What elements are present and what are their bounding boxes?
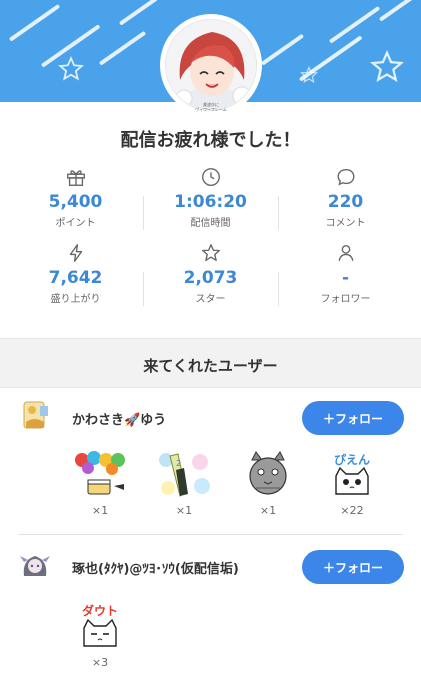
- stat-value: 5,400: [48, 192, 103, 212]
- user-name[interactable]: かわさき🚀ゆう: [72, 409, 166, 428]
- gift-item: ×1: [70, 450, 130, 517]
- gift-count: ×22: [340, 504, 364, 517]
- gift-count: ×1: [175, 504, 193, 517]
- user-avatar: [18, 398, 52, 432]
- decor-streak: [8, 3, 61, 42]
- gift-item: ×1: [238, 450, 298, 517]
- champagne-gift-icon: 2: [159, 453, 210, 497]
- stat-value: -: [341, 268, 350, 288]
- stat-label: フォロワー: [320, 294, 371, 305]
- follow-button[interactable]: ＋フォロー: [302, 401, 404, 435]
- svg-text:2: 2: [176, 459, 181, 468]
- decor-streak: [118, 0, 159, 26]
- stat-duration: 1:06:20 配信時間: [143, 166, 278, 229]
- follow-button[interactable]: ＋フォロー: [302, 550, 404, 584]
- stat-comments: 220 コメント: [278, 166, 413, 229]
- stat-excitement: 7,642 盛り上がり: [8, 242, 143, 305]
- stat-label: スター: [195, 294, 226, 305]
- avatar-image: [165, 19, 257, 111]
- streamer-avatar: 美波ゆに ヴィワーフレーム: [160, 14, 262, 116]
- stat-label: コメント: [325, 218, 366, 229]
- decor-streak: [98, 30, 147, 66]
- avatar-subcaption: ヴィワーフレーム: [195, 107, 227, 112]
- gift-icon: [66, 170, 85, 186]
- dout-cat-gift-icon: ダウト: [82, 603, 118, 647]
- banner-star-icon: [300, 66, 318, 83]
- divider: [18, 534, 403, 535]
- section-title: 来てくれたユーザー: [143, 357, 278, 375]
- decor-streak: [378, 0, 414, 22]
- gift-count: ×3: [91, 656, 109, 669]
- stat-label: ポイント: [55, 218, 96, 229]
- stat-value: 2,073: [183, 268, 238, 288]
- stat-value: 7,642: [48, 268, 103, 288]
- stat-value: 220: [327, 192, 364, 212]
- section-header: 来てくれたユーザー: [0, 338, 421, 388]
- stat-value: 1:06:20: [174, 192, 247, 212]
- gift-item: ダウト ×3: [70, 602, 130, 669]
- stat-followers: - フォロワー: [278, 242, 413, 305]
- banner-star-icon: [58, 56, 84, 81]
- stat-label: 配信時間: [190, 218, 231, 229]
- user-name[interactable]: 琢也(ﾀｸﾔ)@ﾂﾖ･ｿｳ(仮配信垢): [72, 558, 239, 577]
- stat-stars: 2,073 スター: [143, 242, 278, 305]
- page-title: 配信お疲れ様でした！: [120, 130, 301, 151]
- clock-icon: [201, 168, 220, 186]
- pien-cat-gift-icon: ぴえん: [334, 453, 370, 495]
- gift-item: ぴえん ×22: [322, 450, 382, 517]
- stat-label: 盛り上がり: [50, 294, 101, 305]
- banner-star-icon: [370, 50, 404, 83]
- gift-text: ぴえん: [334, 453, 370, 467]
- gift-item: 2 ×1: [154, 450, 214, 517]
- gift-text: ダウト: [82, 603, 118, 618]
- star-outline-icon: [201, 244, 220, 262]
- gift-count: ×1: [259, 504, 277, 517]
- stat-points: 5,400 ポイント: [8, 166, 143, 229]
- robot-cat-gift-icon: [249, 451, 287, 495]
- gift-count: ×1: [91, 504, 109, 517]
- decor-streak: [260, 33, 305, 66]
- lightning-icon: [69, 244, 82, 262]
- user-avatar: [18, 548, 52, 582]
- balloons-cake-gift-icon: [75, 451, 125, 495]
- comment-icon: [337, 168, 354, 186]
- person-icon: [337, 244, 354, 261]
